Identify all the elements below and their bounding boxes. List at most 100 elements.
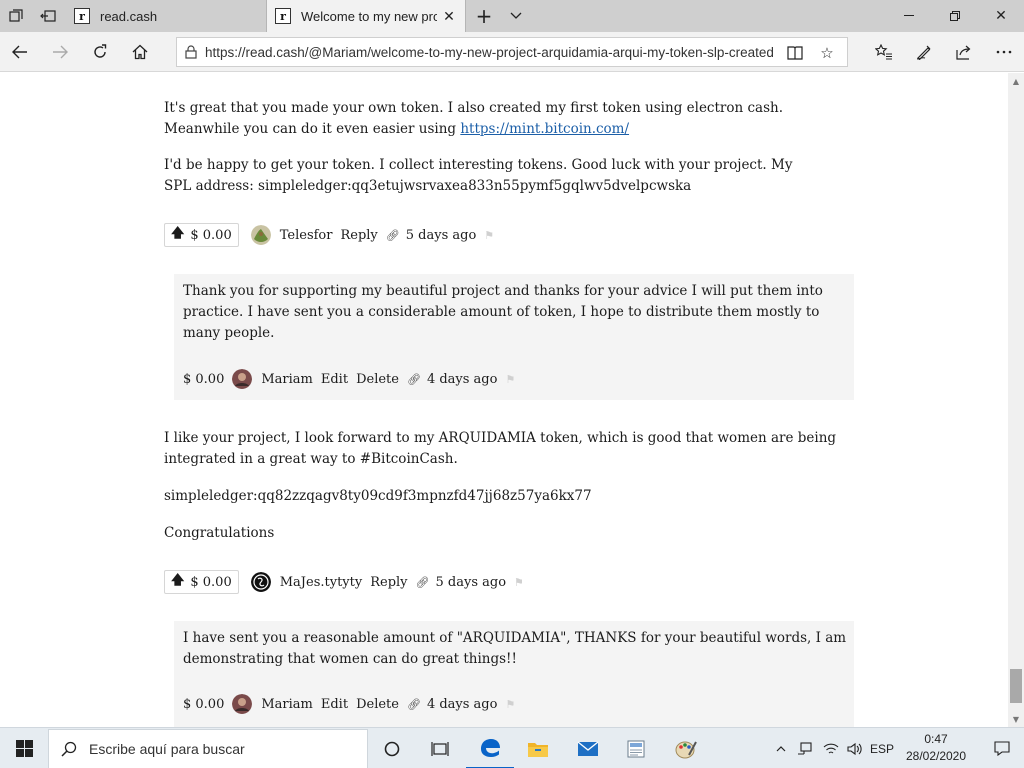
comment-text: It's great that you made your own token.… [164,100,784,137]
mint-bitcoin-link[interactable]: https://mint.bitcoin.com/ [460,121,629,137]
comment-text: I like your project, I look forward to m… [164,430,837,467]
tab-actions-icon[interactable] [0,0,32,32]
upvote-arrow-icon: 🡅 [171,226,185,241]
comment-text: I have sent you a reasonable amount of "… [183,630,847,667]
scroll-up-icon[interactable]: ▲ [1008,73,1024,89]
comment-meta: $ 0.00 Mariam Edit Delete 🔗︎ 4 days ago … [183,367,515,391]
permalink-icon[interactable]: 🔗︎ [416,576,430,589]
comment-text: simpleledger:qq82zzqagv8ty09cd9f3mpnzfd4… [164,488,592,504]
tip-amount: $ 0.00 [183,371,225,387]
flag-icon[interactable]: ⚑ [505,373,515,386]
task-view-icon[interactable] [416,728,464,768]
favorite-star-icon[interactable]: ☆ [815,41,839,65]
close-tab-icon[interactable]: ✕ [441,8,457,24]
file-explorer-icon[interactable] [514,728,562,768]
wifi-icon[interactable] [820,728,842,768]
comment-meta: 🡅 $ 0.00 MaJes.tytyty Reply 🔗︎ 5 days ag… [164,570,524,594]
clock[interactable]: 0:47 28/02/2020 [896,731,976,765]
search-icon [49,741,89,757]
permalink-icon[interactable]: 🔗︎ [407,373,421,386]
tab-bar: r read.cash r Welcome to my new pro ✕ + … [0,0,1024,32]
search-placeholder: Escribe aquí para buscar [89,741,245,757]
read-cash-favicon-icon: r [275,8,291,24]
forward-icon[interactable] [44,36,76,68]
reply-link[interactable]: Reply [340,228,377,243]
tab-welcome[interactable]: r Welcome to my new pro ✕ [266,0,466,32]
permalink-icon[interactable]: 🔗︎ [407,698,421,711]
upvote-button[interactable]: 🡅 $ 0.00 [164,223,239,247]
flag-icon[interactable]: ⚑ [484,229,494,242]
comment-time[interactable]: 5 days ago [406,228,477,243]
mail-icon[interactable] [564,728,612,768]
refresh-icon[interactable] [84,36,116,68]
comment-time[interactable]: 5 days ago [436,575,507,590]
tab-title: read.cash [100,8,158,24]
comment-text: I'd be happy to get your token. I collec… [164,157,793,194]
cortana-icon[interactable] [368,728,416,768]
reading-view-icon[interactable] [783,41,807,65]
comment-author[interactable]: MaJes.tytyty [280,575,362,590]
page-content: It's great that you made your own token.… [0,73,1008,727]
comment-text: Thank you for supporting my beautiful pr… [183,283,823,341]
avatar[interactable] [250,572,271,592]
tab-title: Welcome to my new pro [301,8,437,24]
tip-amount: $ 0.00 [190,227,232,243]
taskbar: Escribe aquí para buscar ESP 0:47 28/02/… [0,727,1024,768]
home-icon[interactable] [124,36,156,68]
clock-time: 0:47 [924,732,948,746]
upvote-arrow-icon: 🡅 [171,573,185,588]
url-text: https://read.cash/@Mariam/welcome-to-my-… [205,44,774,60]
edge-browser-icon[interactable] [466,728,514,768]
edit-link[interactable]: Edit [321,372,348,387]
comment-meta: 🡅 $ 0.00 Telesfor Reply 🔗︎ 5 days ago ⚑ [164,223,494,247]
input-language[interactable]: ESP [868,728,896,768]
comment-author[interactable]: Telesfor [280,228,333,243]
network-plug-icon[interactable] [794,728,816,768]
comment-text: Congratulations [164,525,275,541]
avatar[interactable] [232,369,253,389]
comment-time[interactable]: 4 days ago [427,372,498,387]
favorites-list-icon[interactable] [868,36,900,68]
new-tab-icon[interactable]: + [468,0,500,32]
comment-author[interactable]: Mariam [261,697,313,712]
edit-link[interactable]: Edit [321,697,348,712]
comment-time[interactable]: 4 days ago [427,697,498,712]
tip-amount: $ 0.00 [183,696,225,712]
delete-link[interactable]: Delete [356,697,399,712]
tip-amount: $ 0.00 [190,574,232,590]
avatar[interactable] [250,225,271,245]
delete-link[interactable]: Delete [356,372,399,387]
show-hidden-icons-chevron-icon[interactable] [772,728,790,768]
reply-box: I have sent you a reasonable amount of "… [174,621,854,727]
windows-start-icon[interactable] [0,728,48,768]
vertical-scrollbar[interactable]: ▲ ▼ [1008,73,1024,727]
taskbar-search-input[interactable]: Escribe aquí para buscar [48,729,368,768]
set-aside-tabs-icon[interactable] [32,0,64,32]
tab-read-cash[interactable]: r read.cash [66,0,264,32]
document-app-icon[interactable] [612,728,660,768]
volume-icon[interactable] [844,728,866,768]
paint-icon[interactable] [662,728,710,768]
flag-icon[interactable]: ⚑ [514,576,524,589]
back-icon[interactable] [4,36,36,68]
pen-notes-icon[interactable] [908,36,940,68]
share-icon[interactable] [948,36,980,68]
tab-list-chevron-icon[interactable] [500,0,532,32]
navigation-bar: https://read.cash/@Mariam/welcome-to-my-… [0,32,1024,72]
scroll-down-icon[interactable]: ▼ [1008,711,1024,727]
permalink-icon[interactable]: 🔗︎ [386,229,400,242]
scrollbar-thumb[interactable] [1010,669,1022,703]
upvote-button[interactable]: 🡅 $ 0.00 [164,570,239,594]
avatar[interactable] [232,694,253,714]
close-window-icon[interactable]: ✕ [978,0,1024,32]
more-menu-icon[interactable] [988,36,1020,68]
reply-link[interactable]: Reply [370,575,407,590]
restore-icon[interactable] [932,0,978,32]
minimize-icon[interactable] [886,0,932,32]
comment-author[interactable]: Mariam [261,372,313,387]
lock-icon[interactable] [177,45,205,59]
address-bar[interactable]: https://read.cash/@Mariam/welcome-to-my-… [176,37,848,67]
comment-meta: $ 0.00 Mariam Edit Delete 🔗︎ 4 days ago … [183,692,515,716]
flag-icon[interactable]: ⚑ [505,698,515,711]
notifications-icon[interactable] [980,728,1024,768]
